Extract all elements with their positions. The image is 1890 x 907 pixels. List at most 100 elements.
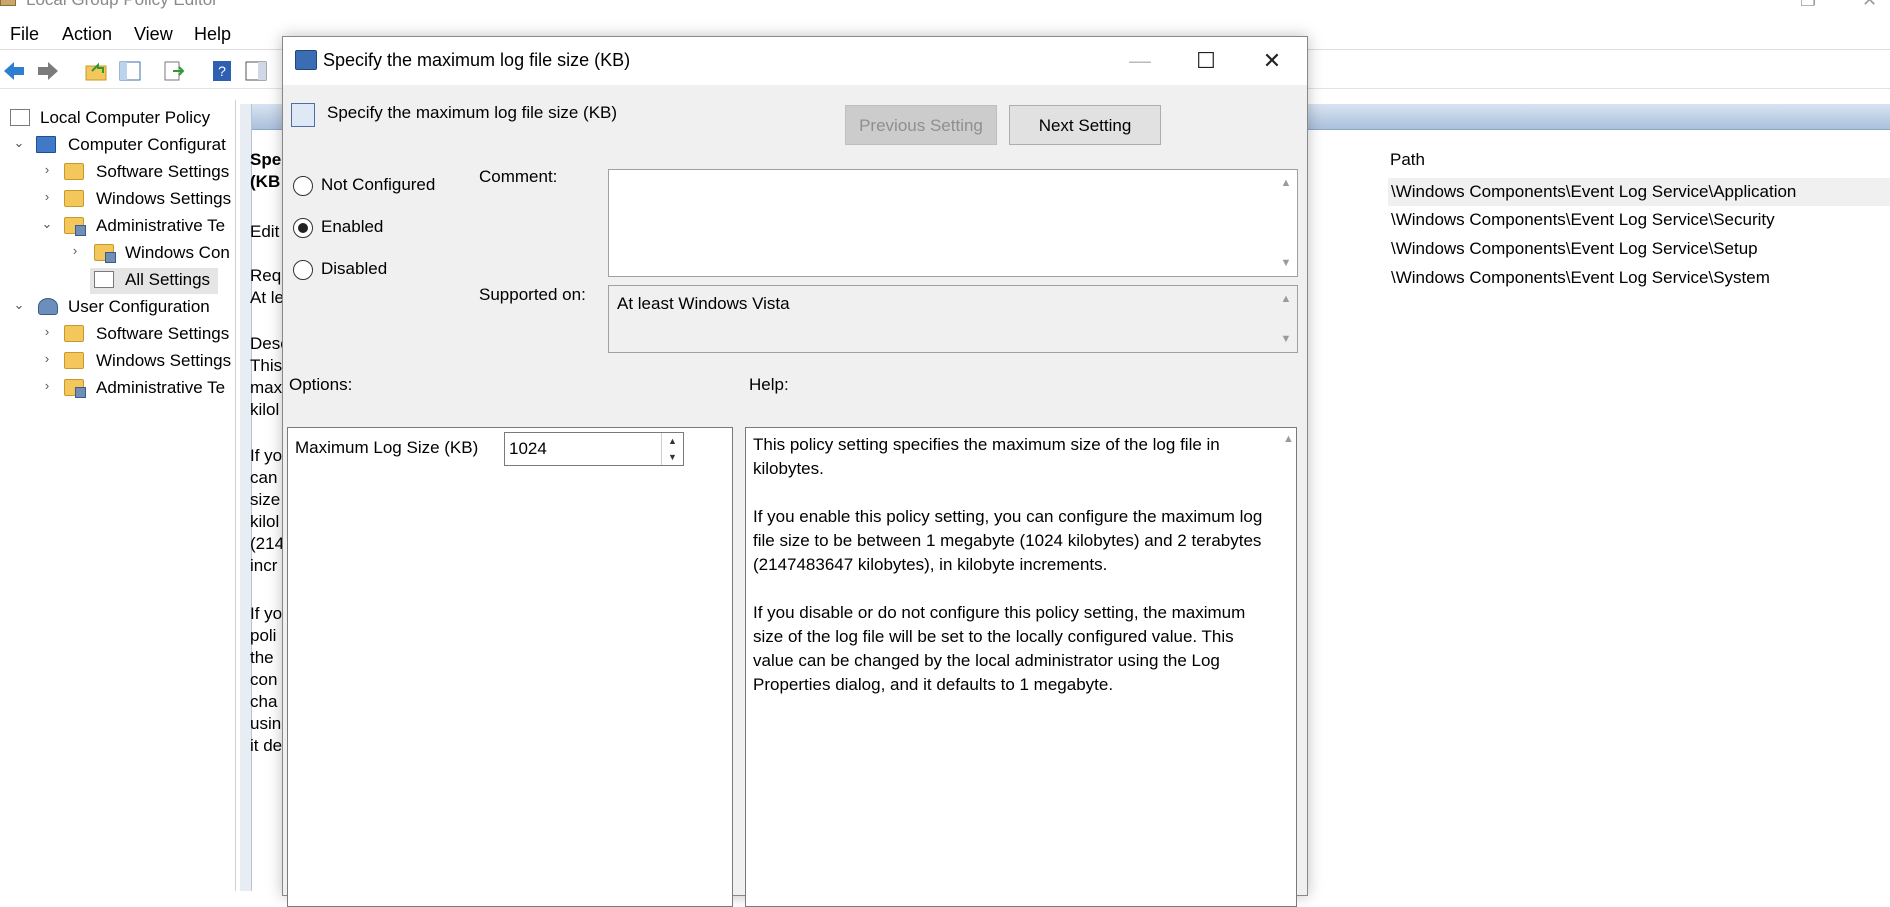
help-paragraph: This policy setting specifies the maximu… [753,435,1220,478]
tree-label: User Configuration [68,297,210,316]
path-row[interactable]: \Windows Components\Event Log Service\Sy… [1388,264,1890,292]
supported-scrollbar[interactable]: ▲ ▼ [1275,286,1297,352]
extended-text-line: cha [250,692,278,711]
help-icon[interactable]: ? [210,59,234,83]
extended-text-line: Req [250,266,282,285]
collapsed-chevron-icon[interactable]: › [68,243,82,258]
back-arrow-icon[interactable] [2,59,26,83]
tree-label: Windows Settings [96,351,232,370]
extended-text-line: size [250,490,281,509]
radio-circle-checked[interactable] [293,218,313,238]
supported-on-value: At least Windows Vista [617,294,790,313]
admin-templates-folder-icon [64,379,86,398]
radio-circle[interactable] [293,260,313,280]
extended-title: (KB [250,172,281,191]
expanded-chevron-icon[interactable]: ⌄ [12,297,26,313]
max-log-size-spinbox[interactable]: 1024 ▲ ▼ [504,432,684,466]
supported-on-field[interactable]: At least Windows Vista ▲ ▼ [608,285,1298,353]
admin-templates-folder-icon [94,244,116,263]
scroll-down-icon[interactable]: ▼ [1275,254,1297,272]
scroll-up-icon[interactable]: ▲ [1275,174,1297,192]
maximize-icon[interactable]: ☐ [1173,37,1239,85]
tree-label: Windows Settings [96,189,232,208]
tree-label: Administrative Te [96,216,226,235]
extended-text-line: the [250,648,274,667]
forward-arrow-icon[interactable] [36,59,60,83]
spin-down-icon[interactable]: ▼ [661,449,683,465]
max-log-size-label: Maximum Log Size (KB) [295,438,479,457]
previous-setting-button[interactable]: Previous Setting [845,105,997,145]
console-tree: Local Computer Policy ⌄ Computer Configu… [0,100,236,891]
scroll-up-icon[interactable]: ▲ [1275,290,1297,308]
extended-text-line: At le [250,288,285,307]
help-paragraph: If you disable or do not configure this … [753,603,1246,694]
spin-up-icon[interactable]: ▲ [661,433,683,449]
collapsed-chevron-icon[interactable]: › [40,324,54,339]
expanded-chevron-icon[interactable]: ⌄ [40,216,54,232]
gpedit-app-icon [0,0,16,6]
dialog-title: Specify the maximum log file size (KB) [323,50,631,70]
extended-text-line: kilol [250,512,280,531]
menu-action[interactable]: Action [62,24,112,45]
tree-label: All Settings [125,270,211,289]
scroll-down-icon[interactable]: ▼ [1275,330,1297,348]
folder-icon [64,325,84,342]
tree-label: Local Computer Policy [40,108,211,127]
svg-text:?: ? [218,63,226,79]
folder-icon [64,352,84,369]
path-row[interactable]: \Windows Components\Event Log Service\Ap… [1388,178,1890,206]
collapsed-chevron-icon[interactable]: › [40,378,54,393]
help-scroll-up-icon[interactable]: ▲ [1283,433,1294,445]
help-paragraph: If you enable this policy setting, you c… [753,507,1263,574]
collapsed-chevron-icon[interactable]: › [40,162,54,177]
comment-label: Comment: [479,167,558,186]
radio-circle[interactable] [293,176,313,196]
max-log-size-value[interactable]: 1024 [509,439,547,459]
export-list-icon[interactable] [162,59,186,83]
folder-icon [64,190,84,207]
help-panel: This policy setting specifies the maximu… [745,427,1297,907]
restore-icon[interactable]: ❐ [1800,0,1816,11]
menu-view[interactable]: View [134,24,173,45]
setting-heading: Specify the maximum log file size (KB) [327,103,618,122]
close-icon[interactable]: ✕ [1862,0,1877,11]
tree-label: Software Settings [96,324,230,343]
extended-text-line: usin [250,714,282,733]
main-titlebar: Local Group Policy Editor ❐ ✕ [0,0,1890,12]
menu-file[interactable]: File [10,24,39,45]
policy-icon [10,109,30,126]
supported-on-label: Supported on: [479,285,586,304]
comment-textarea[interactable]: ▲ ▼ [608,169,1298,277]
extended-text-line: it de [250,736,283,755]
extended-text-line: poli [250,626,277,645]
extended-text-line: If yo [250,446,283,465]
collapsed-chevron-icon[interactable]: › [40,351,54,366]
collapsed-chevron-icon[interactable]: › [40,189,54,204]
close-icon[interactable]: ✕ [1239,37,1305,85]
minimize-icon[interactable]: — [1107,37,1173,85]
computer-icon [36,136,56,153]
all-settings-icon [94,271,114,288]
path-row[interactable]: \Windows Components\Event Log Service\Se… [1388,206,1890,234]
comment-scrollbar[interactable]: ▲ ▼ [1275,170,1297,276]
expanded-chevron-icon[interactable]: ⌄ [12,135,26,151]
folder-icon [64,163,84,180]
menu-help[interactable]: Help [194,24,231,45]
options-label: Options: [289,375,353,394]
policy-setting-dialog: Specify the maximum log file size (KB) —… [282,36,1308,907]
properties-pane-icon[interactable] [244,59,268,83]
column-header-path[interactable]: Path [1390,150,1425,170]
next-setting-button[interactable]: Next Setting [1009,105,1161,145]
extended-text-line: max [250,378,283,397]
tree-label: Windows Con [125,243,230,262]
extended-text-line: If yo [250,604,283,623]
edit-policy-link[interactable]: Edit [250,222,279,242]
extended-text-line: con [250,670,278,689]
setting-heading-icon [291,103,315,127]
up-folder-icon[interactable] [84,59,108,83]
options-panel: Maximum Log Size (KB) 1024 ▲ ▼ [287,427,733,907]
show-hide-tree-icon[interactable] [118,59,142,83]
path-row[interactable]: \Windows Components\Event Log Service\Se… [1388,235,1890,263]
help-text: This policy setting specifies the maximu… [753,433,1273,721]
extended-text-line: can [250,468,278,487]
